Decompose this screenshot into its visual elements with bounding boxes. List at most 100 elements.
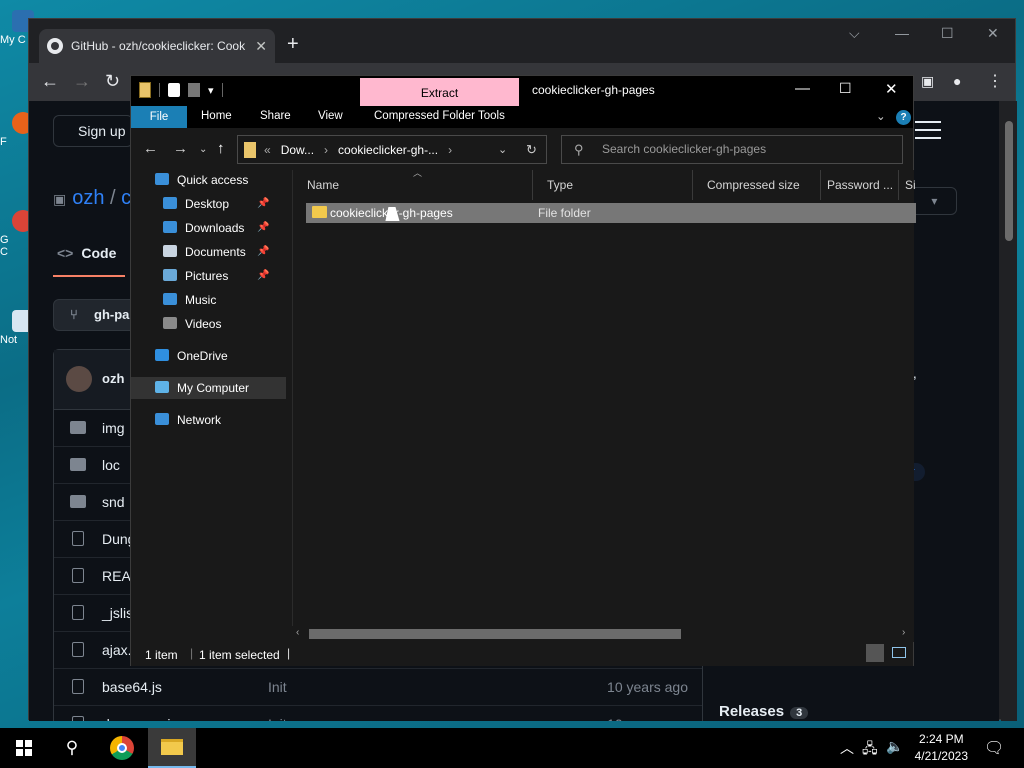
tab-share[interactable]: Share (260, 110, 291, 122)
sidebar-item-onedrive[interactable]: OneDrive (131, 345, 228, 367)
desktop-icon-notepad[interactable]: Not (0, 310, 34, 346)
chrome-tab-github[interactable]: GitHub - ozh/cookieclicker: Cook ✕ (39, 29, 275, 63)
chrome-close-button[interactable]: ✕ (987, 25, 999, 42)
show-hidden-icons-icon[interactable]: ︿ (840, 738, 854, 758)
column-header-name[interactable]: Name ︿ (293, 170, 533, 200)
menu-dots-icon[interactable]: ⋮ (987, 71, 1003, 91)
expand-ribbon-icon[interactable]: ⌄ (876, 109, 886, 123)
address-bar[interactable]: « Dow... › cookieclicker-gh-... › ⌄ ↻ (237, 135, 547, 164)
tab-compressed-folder-tools[interactable]: Compressed Folder Tools (374, 110, 505, 122)
commit-message[interactable]: Init (268, 716, 287, 721)
file-name[interactable]: loc (102, 457, 120, 473)
tab-view[interactable]: View (318, 110, 343, 122)
chrome-scrollbar[interactable] (1001, 101, 1017, 721)
new-folder-icon[interactable] (188, 83, 200, 97)
file-name[interactable]: snd (102, 494, 125, 510)
table-row[interactable]: base64.js Init 10 years ago (54, 669, 702, 706)
explorer-maximize-button[interactable]: ☐ (839, 80, 852, 97)
large-icons-view-icon[interactable] (892, 647, 906, 658)
forward-arrow-icon[interactable]: → (173, 140, 188, 157)
pin-icon[interactable]: 📌 (257, 265, 269, 287)
sidebar-icon[interactable]: ▣ (921, 73, 934, 90)
breadcrumb-chevron-icon[interactable]: › (448, 143, 452, 157)
sidebar-item-downloads[interactable]: Downloads 📌 (131, 217, 269, 239)
pin-icon[interactable]: 📌 (257, 241, 269, 263)
sidebar-item-network[interactable]: Network (131, 409, 221, 431)
horizontal-scrollbar[interactable]: ‹ › (292, 626, 914, 642)
back-arrow-icon[interactable]: ← (143, 140, 158, 157)
volume-icon[interactable]: 🔈 (886, 738, 903, 755)
sidebar-item-quick-access[interactable]: Quick access (131, 169, 248, 191)
tab-close-icon[interactable]: ✕ (255, 38, 267, 55)
overflow-icon[interactable]: « (264, 143, 271, 157)
recent-locations-icon[interactable]: ⌄ (199, 144, 207, 155)
file-name[interactable]: dungeons.js (102, 716, 178, 721)
active-tab-underline (53, 275, 125, 277)
details-view-icon[interactable] (866, 644, 884, 662)
forward-arrow-icon[interactable]: → (73, 71, 91, 92)
address-dropdown-icon[interactable]: ⌄ (498, 143, 507, 156)
up-arrow-icon[interactable]: ↑ (217, 140, 225, 157)
new-tab-button[interactable]: + (287, 33, 299, 56)
tab-extract[interactable]: Extract (360, 78, 519, 106)
column-header-size[interactable]: Si (899, 170, 915, 200)
scroll-right-icon[interactable]: › (902, 627, 905, 638)
explorer-minimize-button[interactable]: — (795, 80, 810, 97)
search-button[interactable]: ⚲ (48, 728, 96, 768)
search-input[interactable]: ⚲ Search cookieclicker-gh-pages (561, 135, 903, 164)
sign-up-button[interactable]: Sign up (53, 115, 133, 147)
properties-icon[interactable] (168, 83, 180, 97)
commit-author[interactable]: ozh (102, 371, 124, 386)
explorer-close-button[interactable]: ✕ (885, 80, 898, 98)
network-icon[interactable]: 🖧 (862, 738, 878, 762)
file-name[interactable]: _jslis (102, 605, 133, 621)
taskbar-explorer-button[interactable] (148, 728, 196, 768)
taskbar-chrome-button[interactable] (98, 728, 146, 768)
sidebar-item-desktop[interactable]: Desktop 📌 (131, 193, 269, 215)
file-name[interactable]: base64.js (102, 679, 162, 695)
column-header-type[interactable]: Type (533, 170, 693, 200)
sidebar-item-videos[interactable]: Videos (131, 313, 221, 335)
reload-icon[interactable]: ↻ (105, 71, 120, 92)
scrollbar-thumb[interactable] (309, 629, 681, 639)
tab-search-icon[interactable]: ⌵ (849, 25, 860, 42)
profile-icon[interactable]: ● (953, 73, 961, 89)
sidebar-item-music[interactable]: Music (131, 289, 216, 311)
breadcrumb-current[interactable]: cookieclicker-gh-... (338, 143, 438, 157)
desktop-icon-my-computer[interactable]: My C (0, 10, 34, 46)
commit-message[interactable]: Init (268, 679, 287, 695)
explorer-title-bar[interactable]: ▾ Extract cookieclicker-gh-pages — ☐ ✕ (131, 76, 913, 106)
help-icon[interactable]: ? (896, 110, 911, 125)
repo-title[interactable]: ▣ ozh / c (53, 187, 131, 210)
refresh-icon[interactable]: ↻ (526, 142, 537, 158)
tab-home[interactable]: Home (201, 110, 232, 122)
desktop-icon-chrome[interactable]: G C (0, 210, 34, 258)
sidebar-item-label: Quick access (177, 173, 249, 187)
notifications-icon[interactable]: 🗨 (984, 738, 1004, 758)
scroll-left-icon[interactable]: ‹ (296, 627, 299, 638)
back-arrow-icon[interactable]: ← (41, 71, 59, 92)
sidebar-item-documents[interactable]: Documents 📌 (131, 241, 269, 263)
file-name[interactable]: img (102, 420, 125, 436)
pin-icon[interactable]: 📌 (257, 193, 269, 215)
repo-owner[interactable]: ozh (72, 187, 104, 209)
releases-heading[interactable]: Releases 3 (719, 703, 809, 720)
clock[interactable]: 2:24 PM 4/21/2023 (915, 731, 968, 765)
tab-file[interactable]: File (131, 106, 187, 128)
tab-code[interactable]: <> Code (57, 245, 116, 261)
column-header-password[interactable]: Password ... (821, 170, 899, 200)
breadcrumb-downloads[interactable]: Dow... (281, 143, 314, 157)
hamburger-menu-icon[interactable] (915, 121, 941, 139)
table-row[interactable]: dungeons.js Init 10 years ago (54, 706, 702, 721)
pin-icon[interactable]: 📌 (257, 217, 269, 239)
sidebar-item-my-computer[interactable]: My Computer (131, 377, 286, 399)
customize-toolbar-icon[interactable]: ▾ (208, 84, 214, 97)
chrome-minimize-button[interactable]: — (895, 25, 909, 41)
start-button[interactable] (0, 728, 48, 768)
column-header-compressed-size[interactable]: Compressed size (693, 170, 821, 200)
scrollbar-thumb[interactable] (1005, 121, 1013, 241)
sidebar-item-pictures[interactable]: Pictures 📌 (131, 265, 269, 287)
chrome-maximize-button[interactable]: ☐ (941, 25, 954, 42)
desktop-icon-firefox[interactable]: F (0, 112, 34, 148)
breadcrumb-chevron-icon[interactable]: › (324, 143, 328, 157)
